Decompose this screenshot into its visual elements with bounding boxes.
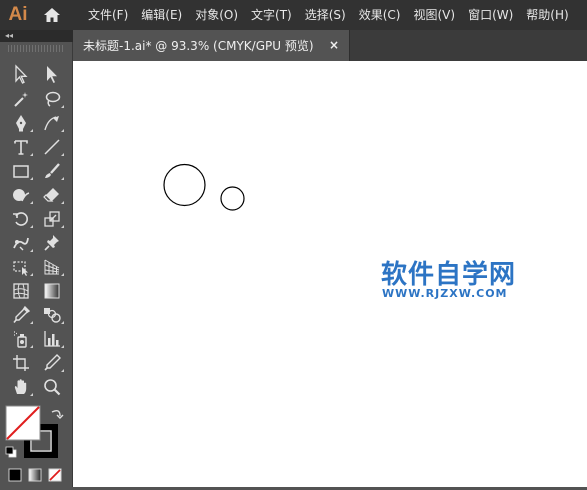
blend-tool[interactable]: [38, 303, 66, 327]
magic-wand-icon: [14, 92, 28, 107]
rotate-tool[interactable]: [7, 207, 35, 231]
column-graph-icon: [44, 331, 60, 347]
curvature-tool[interactable]: [38, 111, 66, 135]
symbol-sprayer-icon: [14, 331, 27, 348]
eraser-tool[interactable]: [38, 183, 66, 207]
symbol-sprayer-tool[interactable]: [7, 327, 35, 351]
lasso-tool[interactable]: [38, 87, 66, 111]
hand-icon: [14, 379, 27, 394]
type-t-icon: [14, 140, 28, 155]
gradient-icon: [44, 283, 60, 299]
eraser-icon: [43, 188, 59, 202]
swap-fill-stroke-icon[interactable]: [51, 409, 64, 419]
large-circle-shape[interactable]: [163, 163, 206, 207]
blend-icon: [44, 308, 61, 323]
menu-bar: Ai 文件(F) 编辑(E) 对象(O) 文字(T) 选择(S) 效果(C) 视…: [0, 0, 587, 30]
fill-swatch[interactable]: [5, 405, 41, 441]
paintbrush-tool[interactable]: [38, 159, 66, 183]
gradient-mode-button[interactable]: [28, 468, 42, 482]
menu-type[interactable]: 文字(T): [245, 0, 298, 30]
line-segment-tool[interactable]: [38, 135, 66, 159]
slice-tool[interactable]: [38, 351, 66, 375]
menu-effect[interactable]: 效果(C): [353, 0, 407, 30]
app-logo: Ai: [8, 4, 28, 25]
pin-tool[interactable]: [38, 231, 66, 255]
direct-selection-tool[interactable]: [38, 62, 66, 86]
free-transform-icon: [13, 261, 28, 276]
menu-select[interactable]: 选择(S): [299, 0, 352, 30]
column-graph-tool[interactable]: [38, 327, 66, 351]
puppet-warp-icon: [13, 237, 29, 251]
type-tool[interactable]: [7, 135, 35, 159]
shaper-tool[interactable]: [7, 183, 35, 207]
rotate-icon: [13, 212, 28, 226]
magic-wand-tool[interactable]: [7, 87, 35, 111]
pushpin-icon: [44, 235, 59, 251]
artboard-tool[interactable]: [7, 351, 35, 375]
menu-object[interactable]: 对象(O): [189, 0, 244, 30]
free-transform-tool[interactable]: [7, 255, 35, 279]
default-colors-icon[interactable]: [5, 446, 17, 458]
zoom-tool[interactable]: [38, 375, 66, 399]
puppet-warp-tool[interactable]: [7, 231, 35, 255]
lasso-icon: [45, 91, 61, 107]
mesh-tool[interactable]: [7, 279, 35, 303]
none-mode-button[interactable]: [48, 468, 62, 482]
selection-arrow-icon: [15, 64, 28, 84]
pen-icon: [16, 115, 26, 132]
panel-collapse-button[interactable]: ◂◂: [0, 30, 73, 42]
slice-knife-icon: [44, 354, 61, 371]
color-mode-button[interactable]: [8, 468, 22, 482]
document-tab-title: 未标题-1.ai* @ 93.3% (CMYK/GPU 预览): [83, 39, 314, 53]
artboard-icon: [13, 355, 29, 371]
home-icon: [44, 8, 60, 22]
line-segment-icon: [44, 139, 60, 155]
eyedropper-tool[interactable]: [7, 303, 35, 327]
color-controls: [0, 400, 72, 487]
document-tab-bar: ◂◂ 未标题-1.ai* @ 93.3% (CMYK/GPU 预览) ×: [0, 30, 587, 61]
home-button[interactable]: [36, 0, 68, 30]
pen-tool[interactable]: [7, 111, 35, 135]
hand-tool[interactable]: [7, 375, 35, 399]
menu-list: 文件(F) 编辑(E) 对象(O) 文字(T) 选择(S) 效果(C) 视图(V…: [82, 0, 575, 30]
menu-help[interactable]: 帮助(H): [520, 0, 574, 30]
gradient-tool[interactable]: [38, 279, 66, 303]
magnifier-icon: [44, 379, 61, 396]
watermark-url: WWW.RJZXW.COM: [382, 287, 508, 300]
curvature-pen-icon: [44, 116, 59, 131]
panel-grip[interactable]: [8, 45, 64, 52]
perspective-grid-icon: [44, 259, 60, 275]
paintbrush-icon: [45, 163, 60, 178]
menu-file[interactable]: 文件(F): [82, 0, 134, 30]
rectangle-icon: [13, 165, 29, 178]
artboard-canvas[interactable]: 软件自学网 WWW.RJZXW.COM: [73, 61, 587, 487]
close-tab-button[interactable]: ×: [329, 38, 339, 52]
menu-edit[interactable]: 编辑(E): [135, 0, 188, 30]
document-tab[interactable]: 未标题-1.ai* @ 93.3% (CMYK/GPU 预览) ×: [73, 30, 350, 61]
shaper-icon: [13, 189, 30, 202]
fill-stroke-widget: [5, 405, 64, 482]
scale-tool[interactable]: [38, 207, 66, 231]
rectangle-tool[interactable]: [7, 159, 35, 183]
menu-window[interactable]: 窗口(W): [462, 0, 519, 30]
eyedropper-icon: [13, 305, 31, 323]
direct-selection-arrow-icon: [47, 66, 57, 83]
menu-view[interactable]: 视图(V): [407, 0, 461, 30]
watermark-title: 软件自学网: [381, 260, 517, 290]
small-circle-shape[interactable]: [220, 186, 245, 211]
selection-tool[interactable]: [7, 62, 35, 86]
mesh-icon: [13, 283, 29, 299]
scale-icon: [44, 211, 60, 227]
perspective-grid-tool[interactable]: [38, 255, 66, 279]
